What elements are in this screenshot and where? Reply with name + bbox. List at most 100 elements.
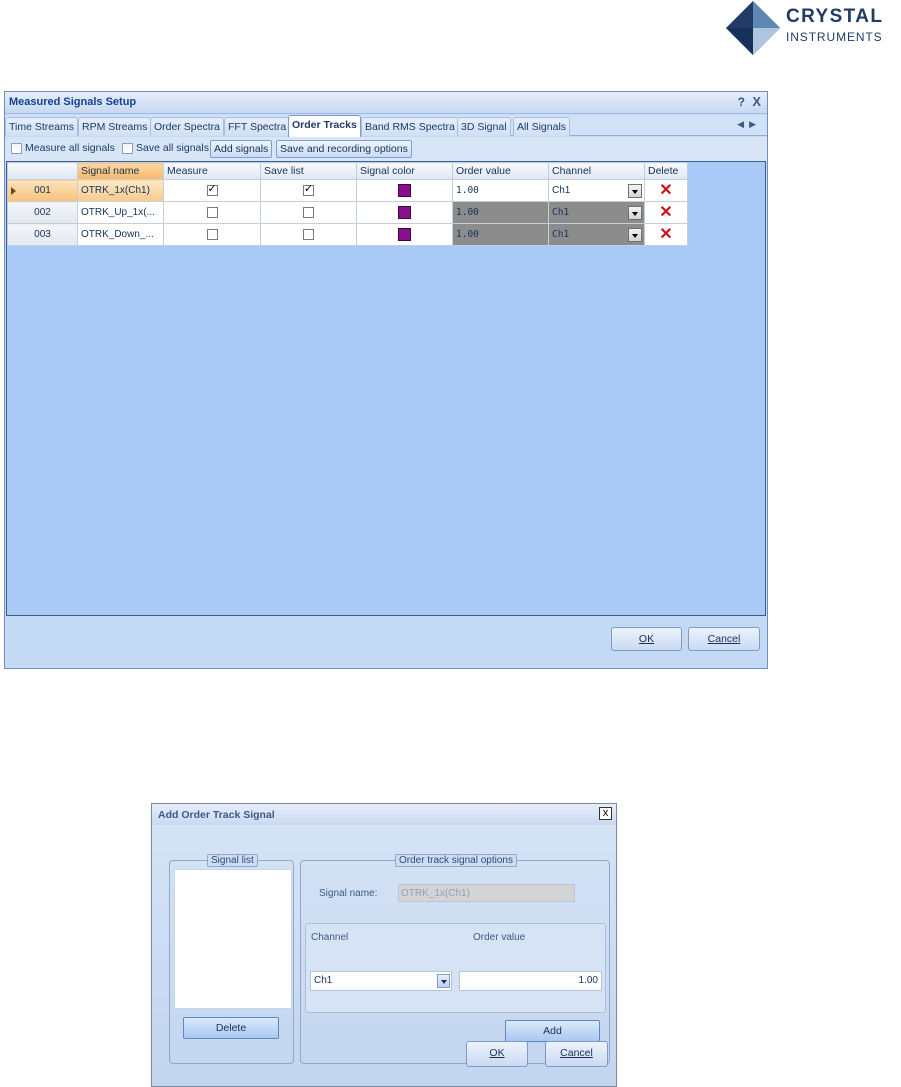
tab-all-signals[interactable]: All Signals: [513, 117, 571, 136]
close-icon[interactable]: x: [599, 807, 612, 820]
chevron-down-icon[interactable]: [437, 974, 450, 988]
ok-label: OK: [489, 1047, 505, 1059]
help-icon[interactable]: ?: [738, 95, 745, 109]
row-header[interactable]: 003: [7, 223, 78, 246]
delete-button[interactable]: Delete: [183, 1017, 279, 1039]
delete-cell[interactable]: ✕: [644, 179, 688, 202]
chevron-down-icon[interactable]: [628, 184, 642, 198]
ok-button[interactable]: OK: [466, 1041, 528, 1067]
table-row[interactable]: 003 OTRK_Down_... 1.00 Ch1 ✕: [7, 223, 688, 246]
delete-icon[interactable]: ✕: [659, 182, 672, 199]
row-pointer-icon: [11, 187, 16, 195]
diamond-logo-icon: [726, 1, 780, 55]
col-header-signal-color[interactable]: Signal color: [356, 162, 453, 180]
tab-order-spectra[interactable]: Order Spectra: [150, 117, 224, 136]
channel-label: Channel: [311, 932, 349, 943]
signal-name-label: Signal name:: [319, 888, 378, 899]
signal-list-legend: Signal list: [207, 854, 258, 867]
signal-name-field: OTRK_1x(Ch1): [398, 884, 575, 902]
ok-label: OK: [638, 633, 655, 645]
delete-cell[interactable]: ✕: [644, 223, 688, 246]
measure-all-checkbox[interactable]: [11, 143, 22, 154]
channel-cell[interactable]: Ch1: [548, 179, 645, 202]
signal-name-cell[interactable]: OTRK_Up_1x(...: [77, 201, 164, 224]
tab-band-rms-spectra[interactable]: Band RMS Spectra: [361, 117, 459, 136]
order-value-cell[interactable]: 1.00: [452, 179, 549, 202]
add-dialog-title-bar: Add Order Track Signal x: [152, 804, 616, 825]
order-value-cell: 1.00: [452, 223, 549, 246]
add-button[interactable]: Add: [505, 1020, 600, 1042]
channel-select-value: Ch1: [314, 975, 333, 986]
channel-select[interactable]: Ch1: [310, 971, 452, 991]
channel-value: Ch1: [552, 229, 570, 240]
order-value-label: Order value: [473, 932, 526, 943]
channel-cell[interactable]: Ch1: [548, 201, 645, 224]
table-row[interactable]: 002 OTRK_Up_1x(... 1.00 Ch1 ✕: [7, 201, 688, 224]
measure-checkbox[interactable]: [206, 228, 218, 240]
order-value-cell: 1.00: [452, 201, 549, 224]
signal-list-box[interactable]: [174, 869, 292, 1009]
order-track-options-group: Order track signal options Signal name: …: [300, 854, 610, 1064]
chevron-down-icon[interactable]: [628, 228, 642, 242]
save-list-cell[interactable]: [260, 223, 357, 246]
add-signals-button[interactable]: Add signals: [210, 140, 273, 158]
color-swatch[interactable]: [398, 206, 411, 219]
corner-header[interactable]: [7, 162, 78, 180]
save-all-checkbox[interactable]: [122, 143, 133, 154]
measure-cell[interactable]: [163, 201, 261, 224]
signal-name-cell[interactable]: OTRK_1x(Ch1): [77, 179, 164, 202]
chevron-down-icon[interactable]: [628, 206, 642, 220]
tab-time-streams[interactable]: Time Streams: [5, 117, 78, 136]
channel-value: Ch1: [552, 207, 570, 218]
save-all-label: Save all signals: [136, 142, 209, 154]
table-header-row: Signal name Measure Save list Signal col…: [7, 162, 688, 180]
cancel-button[interactable]: Cancel: [545, 1041, 608, 1067]
col-header-order-value[interactable]: Order value: [452, 162, 549, 180]
signal-color-cell[interactable]: [356, 223, 453, 246]
color-swatch[interactable]: [398, 184, 411, 197]
row-header[interactable]: 001: [7, 179, 78, 202]
close-icon[interactable]: X: [752, 94, 761, 109]
col-header-signal-name[interactable]: Signal name: [77, 162, 164, 180]
save-list-checkbox[interactable]: [303, 206, 314, 218]
signal-type-tabs: Time Streams RPM Streams Order Spectra F…: [5, 115, 767, 137]
measure-checkbox[interactable]: [206, 206, 218, 218]
cancel-button[interactable]: Cancel: [688, 627, 760, 651]
ok-button[interactable]: OK: [611, 627, 682, 651]
channel-order-panel: Channel Order value Ch1 1.00: [305, 923, 606, 1013]
signal-color-cell[interactable]: [356, 179, 453, 202]
measure-cell[interactable]: [163, 179, 261, 202]
col-header-delete[interactable]: Delete: [644, 162, 688, 180]
cancel-label: Cancel: [560, 1047, 593, 1059]
save-list-checkbox[interactable]: [303, 228, 314, 240]
channel-cell[interactable]: Ch1: [548, 223, 645, 246]
color-swatch[interactable]: [398, 228, 411, 241]
tab-scroll-arrows-icon[interactable]: ◀▶: [737, 119, 761, 130]
table-row[interactable]: 001 OTRK_1x(Ch1) 1.00 Ch1 ✕: [7, 179, 688, 202]
col-header-channel[interactable]: Channel: [548, 162, 645, 180]
order-value-input[interactable]: 1.00: [459, 971, 602, 991]
row-header[interactable]: 002: [7, 201, 78, 224]
signal-color-cell[interactable]: [356, 201, 453, 224]
row-id: 001: [34, 185, 51, 196]
col-header-save-list[interactable]: Save list: [260, 162, 357, 180]
delete-icon[interactable]: ✕: [659, 204, 672, 221]
measure-cell[interactable]: [163, 223, 261, 246]
measure-checkbox[interactable]: [206, 182, 218, 196]
dialog-footer: OK Cancel: [5, 618, 767, 668]
tab-3d-signal[interactable]: 3D Signal: [457, 117, 511, 136]
col-header-measure[interactable]: Measure: [163, 162, 261, 180]
add-order-track-dialog: Add Order Track Signal x Signal list Del…: [151, 803, 617, 1087]
tab-fft-spectra[interactable]: FFT Spectra: [224, 117, 291, 136]
save-list-checkbox[interactable]: [303, 182, 314, 196]
save-list-cell[interactable]: [260, 179, 357, 202]
signal-name-cell[interactable]: OTRK_Down_...: [77, 223, 164, 246]
tab-order-tracks[interactable]: Order Tracks: [288, 115, 361, 137]
delete-icon[interactable]: ✕: [659, 226, 672, 243]
cancel-label: Cancel: [707, 633, 741, 645]
logo-text-crystal: CRYSTAL: [786, 6, 884, 27]
save-list-cell[interactable]: [260, 201, 357, 224]
delete-cell[interactable]: ✕: [644, 201, 688, 224]
tab-rpm-streams[interactable]: RPM Streams: [78, 117, 152, 136]
save-recording-options-button[interactable]: Save and recording options: [276, 140, 412, 158]
